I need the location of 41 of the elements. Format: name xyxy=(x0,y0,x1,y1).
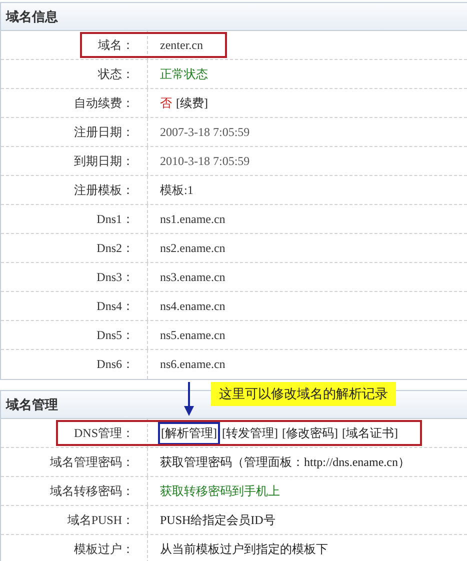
action-link[interactable]: 获取管理密码（管理面板：http://dns.ename.cn） xyxy=(160,454,410,470)
action-link[interactable]: 获取转移密码到手机上 xyxy=(160,482,280,500)
action-link[interactable]: [转发管理] xyxy=(222,424,278,442)
field-label: Dns6： xyxy=(96,356,134,373)
field-label: 域名： xyxy=(98,36,134,54)
field-label: 域名PUSH： xyxy=(67,512,134,528)
field-value: ns2.ename.cn xyxy=(160,240,226,256)
field-value: ns6.ename.cn xyxy=(160,357,226,372)
action-link[interactable]: [修改密码] xyxy=(282,424,338,442)
action-link[interactable]: 从当前模板过户到指定的模板下 xyxy=(160,540,328,558)
field-value: 2010-3-18 7:05:59 xyxy=(160,154,250,168)
field-value: 模板:1 xyxy=(160,182,194,198)
field-label: DNS管理： xyxy=(74,424,134,442)
field-value: ns3.ename.cn xyxy=(160,270,226,284)
field-label: 状态： xyxy=(98,66,134,82)
field-label: Dns2： xyxy=(96,240,134,256)
action-link[interactable]: [解析管理] xyxy=(160,424,218,442)
field-label: 注册模板： xyxy=(74,182,134,198)
action-link[interactable]: PUSH给指定会员ID号 xyxy=(160,512,276,528)
down-arrow xyxy=(183,382,195,416)
field-value: ns1.ename.cn xyxy=(160,212,226,226)
field-label: Dns3： xyxy=(96,268,134,286)
field-value: ns4.ename.cn xyxy=(160,298,226,314)
field-label: 到期日期： xyxy=(74,152,134,170)
action-link[interactable]: [域名证书] xyxy=(342,424,398,442)
field-value: ns5.ename.cn xyxy=(160,328,226,342)
field-value: 正常状态 xyxy=(160,66,208,82)
action-link[interactable]: [续费] xyxy=(176,94,208,112)
field-label: 域名管理密码： xyxy=(50,454,134,470)
field-label: Dns5： xyxy=(96,326,134,344)
field-label: 注册日期： xyxy=(74,124,134,140)
callout-note: 这里可以修改域名的解析记录 xyxy=(211,382,396,406)
field-value: zenter.cn xyxy=(160,38,203,52)
field-value: 否 xyxy=(160,94,172,112)
field-label: 模板过户： xyxy=(74,540,134,558)
field-label: 自动续费： xyxy=(74,94,134,112)
field-label: 域名转移密码： xyxy=(50,482,134,500)
field-label: Dns1： xyxy=(96,210,134,228)
field-value: 2007-3-18 7:05:59 xyxy=(160,124,250,140)
section-header: 域名信息 xyxy=(1,3,467,31)
field-label: Dns4： xyxy=(96,298,134,314)
